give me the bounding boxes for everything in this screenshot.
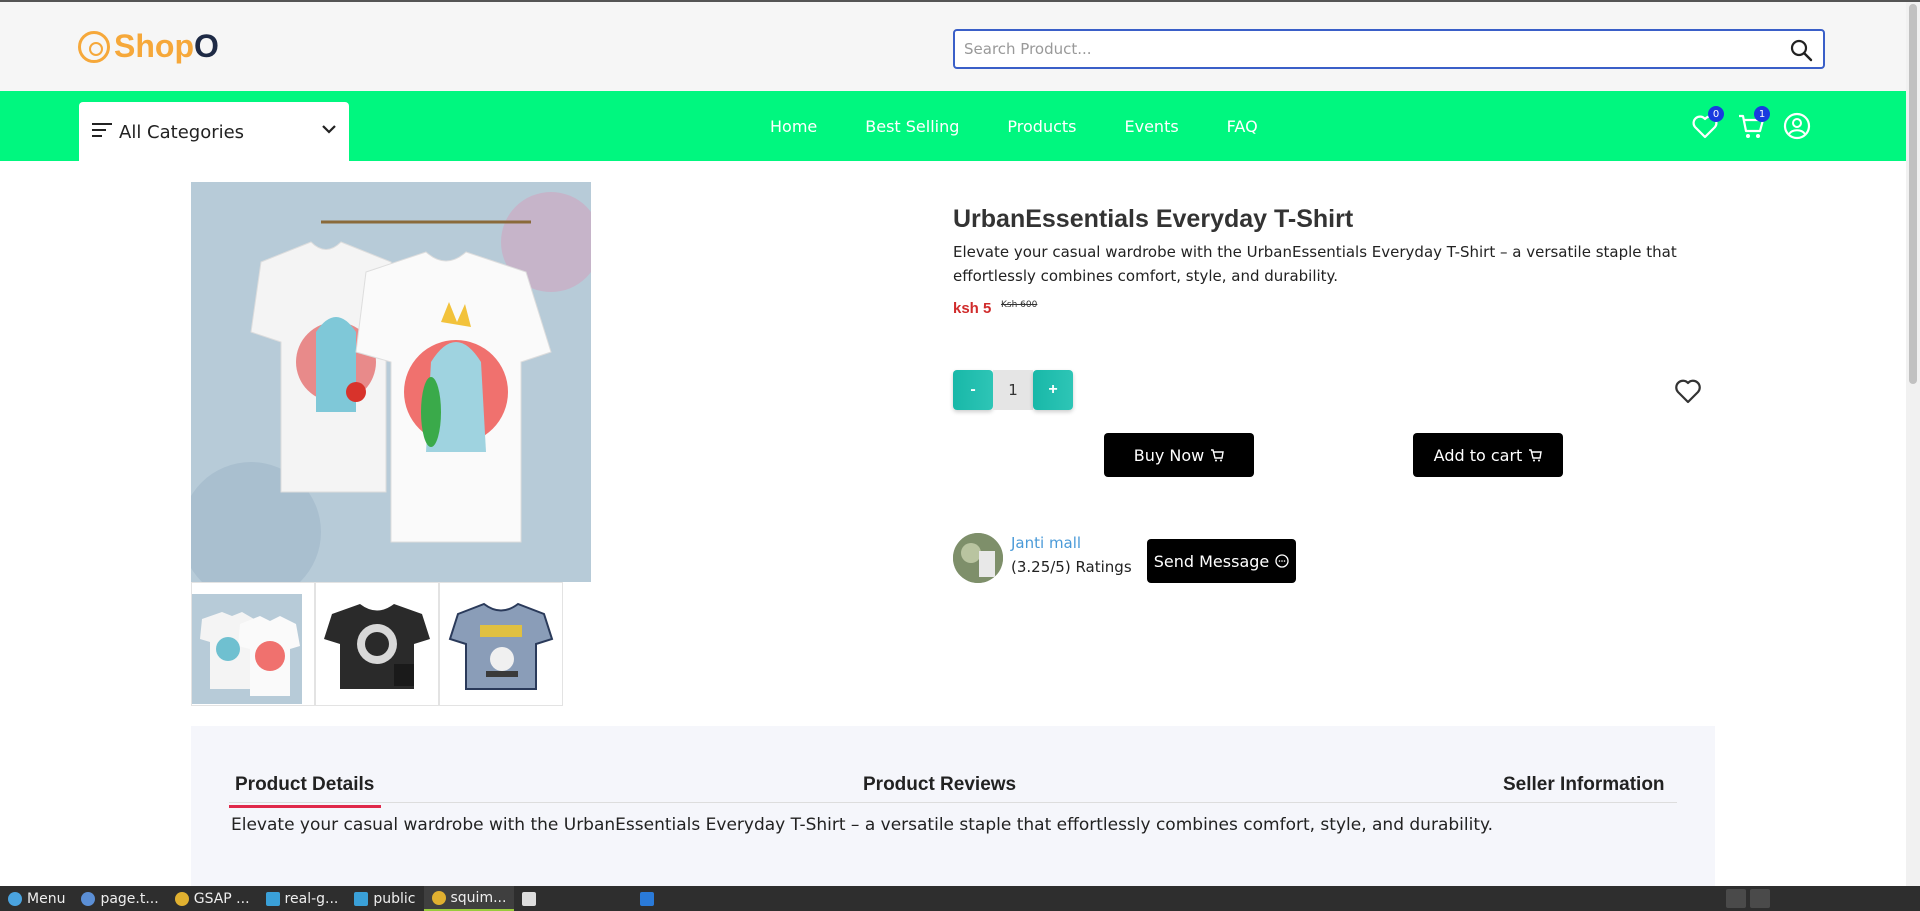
seller-rating: (3.25/5) Ratings	[1011, 558, 1132, 576]
taskbar-item-label: public	[373, 890, 416, 907]
cart-icon	[1529, 449, 1543, 462]
seller-avatar-image	[953, 533, 1003, 583]
taskbar-item-page[interactable]: page.t...	[73, 886, 166, 911]
taskbar-item-label: squim...	[450, 889, 507, 906]
folder-icon	[265, 891, 280, 906]
product-info-tabs: Product Details Product Reviews Seller I…	[191, 726, 1715, 886]
logo-text: ShopO	[114, 28, 219, 65]
taskbar-item-real-g[interactable]: real-g...	[258, 886, 347, 911]
product-old-price: Ksh 600	[1001, 300, 1038, 310]
tray-chrome-icon[interactable]	[1726, 889, 1746, 908]
product-title: UrbanEssentials Everyday T-Shirt	[953, 205, 1354, 233]
nav-link-products[interactable]: Products	[1007, 117, 1076, 136]
logo-text-accent: O	[193, 28, 219, 64]
scrollbar-thumb[interactable]	[1909, 4, 1917, 384]
add-to-wishlist-heart-icon[interactable]	[1674, 378, 1702, 404]
taskbar-item-label: page.t...	[100, 890, 159, 907]
wishlist-button[interactable]: 0	[1690, 106, 1724, 141]
profile-button[interactable]	[1782, 111, 1812, 141]
notes-icon	[522, 891, 537, 906]
quantity-decrement-button[interactable]: -	[953, 370, 993, 410]
seller-avatar[interactable]	[953, 533, 1003, 583]
editor-icon	[81, 891, 96, 906]
tray-chrome-icon[interactable]	[1750, 889, 1770, 908]
thumbnail-3[interactable]	[439, 582, 563, 706]
chrome-icon	[431, 890, 446, 905]
os-taskbar: Menu page.t... GSAP ... real-g... public…	[0, 886, 1920, 911]
taskbar-menu[interactable]: Menu	[0, 886, 73, 911]
all-categories-label: All Categories	[119, 122, 245, 143]
logo-icon	[78, 30, 110, 63]
quantity-value: 1	[993, 370, 1033, 410]
search-bar	[953, 29, 1825, 69]
taskbar-item-notes[interactable]	[514, 886, 544, 911]
add-to-cart-button[interactable]: Add to cart	[1413, 433, 1563, 477]
chevron-down-icon	[322, 125, 336, 134]
menu-lines-icon	[92, 123, 112, 137]
tshirt-photo	[191, 182, 591, 582]
all-categories-dropdown[interactable]: All Categories	[79, 102, 349, 161]
logo-text-main: Shop	[114, 28, 194, 64]
send-message-button[interactable]: Send Message	[1147, 539, 1296, 583]
taskbar-item-squim[interactable]: squim...	[423, 886, 515, 911]
cart-icon	[1211, 449, 1225, 462]
page-scrollbar[interactable]	[1906, 2, 1920, 886]
product-thumbnails	[191, 582, 563, 706]
tab-divider	[229, 802, 1677, 803]
search-input[interactable]	[955, 31, 1755, 67]
quantity-stepper: - 1 +	[953, 370, 1073, 410]
product-description: Elevate your casual wardrobe with the Ur…	[953, 243, 1677, 285]
cart-button[interactable]: 1	[1736, 106, 1770, 141]
product-details-text: Elevate your casual wardrobe with the Ur…	[231, 815, 1494, 835]
thumbnail-1[interactable]	[191, 582, 315, 706]
taskbar-item-vscode[interactable]	[632, 886, 662, 911]
tab-product-details[interactable]: Product Details	[235, 774, 374, 796]
buy-now-button[interactable]: Buy Now	[1104, 433, 1254, 477]
taskbar-item-gsap[interactable]: GSAP ...	[167, 886, 258, 911]
active-tab-indicator	[229, 805, 381, 808]
main-nav: All Categories Home Best Selling Product…	[0, 91, 1906, 161]
vscode-icon	[640, 891, 655, 906]
tab-product-reviews[interactable]: Product Reviews	[863, 774, 1016, 796]
add-to-cart-label: Add to cart	[1433, 445, 1523, 465]
user-icon	[1783, 112, 1811, 140]
thumbnail-1-image	[192, 594, 302, 704]
buy-now-label: Buy Now	[1133, 445, 1205, 465]
logo[interactable]: ShopO	[78, 28, 219, 65]
site-header: ShopO	[0, 2, 1906, 91]
taskbar-item-label: GSAP ...	[193, 890, 250, 907]
nav-link-best-selling[interactable]: Best Selling	[865, 117, 959, 136]
thumbnail-3-image	[448, 602, 554, 690]
seller-name-link[interactable]: Janti mall	[1011, 534, 1081, 552]
tab-seller-information[interactable]: Seller Information	[1503, 774, 1665, 796]
menu-icon	[8, 891, 22, 906]
taskbar-item-public[interactable]: public	[346, 886, 423, 911]
taskbar-item-label: real-g...	[284, 890, 339, 907]
nav-link-faq[interactable]: FAQ	[1227, 117, 1258, 136]
cart-count-badge: 1	[1754, 106, 1770, 122]
thumbnail-2-image	[324, 604, 430, 689]
quantity-increment-button[interactable]: +	[1033, 370, 1073, 410]
chrome-icon	[174, 891, 189, 906]
thumbnail-2[interactable]	[315, 582, 439, 706]
send-message-label: Send Message	[1153, 551, 1270, 571]
chat-icon	[1275, 554, 1289, 568]
product-price: ksh 5	[953, 300, 992, 317]
nav-links: Home Best Selling Products Events FAQ	[770, 117, 1306, 136]
header-actions: 0 1	[1690, 106, 1812, 141]
taskbar-menu-label: Menu	[27, 890, 66, 907]
system-tray	[1726, 889, 1770, 908]
product-main-image	[191, 182, 591, 582]
search-icon[interactable]	[1789, 38, 1813, 62]
folder-icon	[354, 891, 369, 906]
nav-link-events[interactable]: Events	[1125, 117, 1179, 136]
wishlist-count-badge: 0	[1708, 106, 1724, 122]
nav-link-home[interactable]: Home	[770, 117, 817, 136]
